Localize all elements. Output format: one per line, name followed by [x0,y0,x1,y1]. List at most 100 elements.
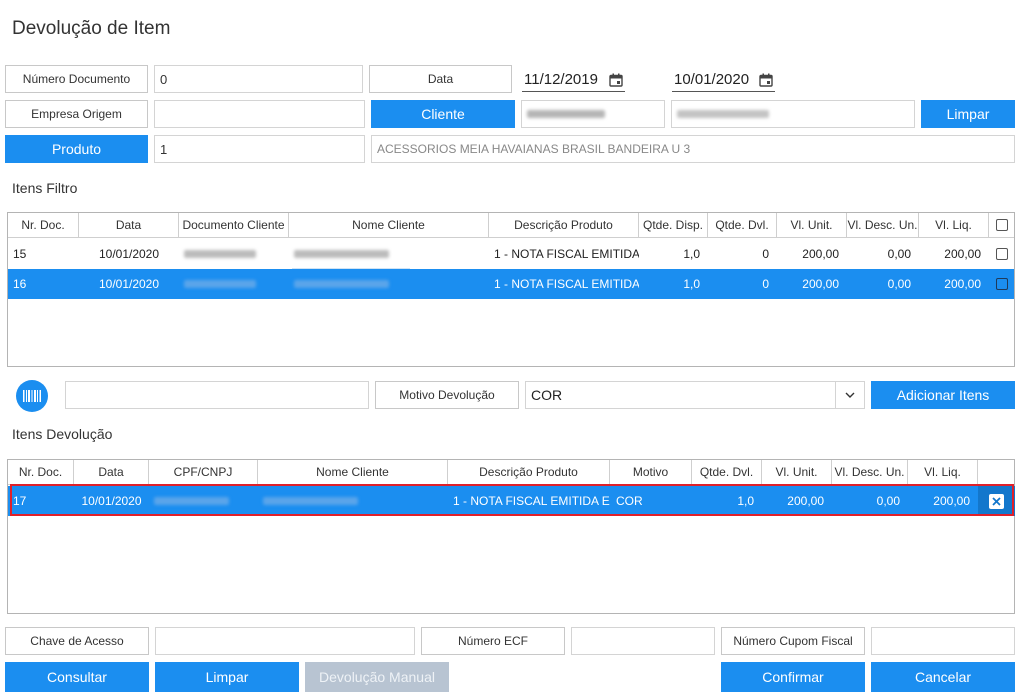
col-documento-cliente[interactable]: Documento Cliente [179,213,289,237]
date-start-field[interactable]: 11/12/2019 [522,68,625,92]
numero-ecf-input[interactable] [571,627,715,655]
cell-select[interactable] [989,239,1015,269]
cell-data: 10/01/2020 [98,277,160,291]
col-remove [978,460,1015,484]
row-checkbox[interactable] [996,278,1008,290]
redacted-text [527,110,605,118]
cancelar-button[interactable]: Cancelar [871,662,1015,692]
barcode-input[interactable] [65,381,369,409]
itens-devolucao-grid: Nr. Doc. Data CPF/CNPJ Nome Cliente Desc… [7,459,1015,614]
col-vl-unit[interactable]: Vl. Unit. [762,460,832,484]
empresa-origem-input[interactable] [154,100,365,128]
col-vl-desc-un[interactable]: Vl. Desc. Un. [847,213,919,237]
col-descricao-produto[interactable]: Descrição Produto [448,460,610,484]
col-qtde-dvl[interactable]: Qtde. Dvl. [708,213,777,237]
cell-vl-liq: 200,00 [944,247,981,261]
cell-nr-doc: 16 [13,277,27,291]
date-end-value: 10/01/2020 [674,71,750,88]
page-title: Devolução de Item [12,18,171,39]
numero-documento-input[interactable]: 0 [154,65,363,93]
col-vl-liq[interactable]: Vl. Liq. [919,213,989,237]
numero-cupom-fiscal-label: Número Cupom Fiscal [721,627,865,655]
col-descricao-produto[interactable]: Descrição Produto [489,213,639,237]
produto-code-input[interactable]: 1 [154,135,365,163]
cliente-name-input[interactable] [671,100,915,128]
calendar-icon[interactable] [759,73,773,87]
itens-devolucao-title: Itens Devolução [12,426,113,442]
numero-documento-label: Número Documento [5,65,148,93]
motivo-devolucao-select[interactable]: COR [525,381,865,409]
col-vl-desc-un[interactable]: Vl. Desc. Un. [832,460,908,484]
cell-nome-cliente [289,269,489,299]
col-select-all[interactable] [989,213,1015,237]
itens-filtro-grid: Nr. Doc. Data Documento Cliente Nome Cli… [7,212,1015,367]
cell-vl-liq: 200,00 [944,277,981,291]
barcode-icon [23,390,41,402]
cell-descricao: 1 - NOTA FISCAL EMITIDA [494,277,639,291]
cell-qtde-dvl: 0 [762,247,769,261]
redacted-text [184,280,256,288]
date-start-value: 11/12/2019 [524,71,598,88]
motivo-devolucao-label: Motivo Devolução [375,381,519,409]
cell-documento-cliente [179,269,289,299]
redacted-text [294,280,389,288]
cell-qtde-dvl: 0 [762,277,769,291]
col-vl-liq[interactable]: Vl. Liq. [908,460,978,484]
cell-vl-desc: 0,00 [887,247,911,261]
cell-data: 10/01/2020 [98,247,160,261]
produto-description-field: ACESSORIOS MEIA HAVAIANAS BRASIL BANDEIR… [371,135,1015,163]
itens-devolucao-header: Nr. Doc. Data CPF/CNPJ Nome Cliente Desc… [8,460,1014,485]
chave-acesso-input[interactable] [155,627,415,655]
motivo-selected-value: COR [531,387,563,403]
col-nome-cliente[interactable]: Nome Cliente [258,460,448,484]
limpar-filtro-button[interactable]: Limpar [921,100,1015,128]
col-data[interactable]: Data [79,213,179,237]
confirmar-button[interactable]: Confirmar [721,662,865,692]
empresa-origem-label: Empresa Origem [5,100,148,128]
row-checkbox[interactable] [996,248,1008,260]
select-all-checkbox[interactable] [996,219,1008,231]
cell-vl-desc: 0,00 [887,277,911,291]
cell-vl-unit: 200,00 [802,277,839,291]
adicionar-itens-button[interactable]: Adicionar Itens [871,381,1015,409]
col-cpf-cnpj[interactable]: CPF/CNPJ [149,460,258,484]
limpar-button[interactable]: Limpar [155,662,299,692]
cliente-button[interactable]: Cliente [371,100,515,128]
cell-documento-cliente [179,239,289,269]
row-highlight-outline [10,484,1014,516]
calendar-icon[interactable] [609,73,623,87]
col-qtde-dvl[interactable]: Qtde. Dvl. [692,460,762,484]
col-data[interactable]: Data [74,460,149,484]
data-label: Data [369,65,512,93]
table-row-selected[interactable]: 16 10/01/2020 1 - NOTA FISCAL EMITIDA 1,… [8,269,1014,299]
devolucao-manual-button[interactable]: Devolução Manual [305,662,449,692]
col-qtde-disp[interactable]: Qtde. Disp. [639,213,708,237]
col-nr-doc[interactable]: Nr. Doc. [8,460,74,484]
cell-nr-doc: 15 [13,247,27,261]
table-row[interactable]: 15 10/01/2020 1 - NOTA FISCAL EMITIDA 1,… [8,239,1015,270]
cell-select[interactable] [989,269,1015,299]
cell-qtde-disp: 1,0 [683,277,700,291]
produto-button[interactable]: Produto [5,135,148,163]
redacted-text [294,250,389,258]
cell-qtde-disp: 1,0 [683,247,700,261]
cliente-code-input[interactable] [521,100,665,128]
numero-ecf-label: Número ECF [421,627,565,655]
date-end-field[interactable]: 10/01/2020 [672,68,775,92]
redacted-text [677,110,769,118]
chevron-down-icon[interactable] [835,382,864,408]
redacted-text [184,250,256,258]
numero-cupom-fiscal-input[interactable] [871,627,1015,655]
col-nr-doc[interactable]: Nr. Doc. [8,213,79,237]
consultar-button[interactable]: Consultar [5,662,149,692]
itens-filtro-title: Itens Filtro [12,180,78,196]
cell-descricao: 1 - NOTA FISCAL EMITIDA [494,247,639,261]
chave-acesso-label: Chave de Acesso [5,627,149,655]
barcode-scan-button[interactable] [16,380,48,412]
cell-nome-cliente [289,239,489,269]
itens-filtro-header: Nr. Doc. Data Documento Cliente Nome Cli… [8,213,1014,238]
col-vl-unit[interactable]: Vl. Unit. [777,213,847,237]
cell-vl-unit: 200,00 [802,247,839,261]
col-nome-cliente[interactable]: Nome Cliente [289,213,489,237]
col-motivo[interactable]: Motivo [610,460,692,484]
